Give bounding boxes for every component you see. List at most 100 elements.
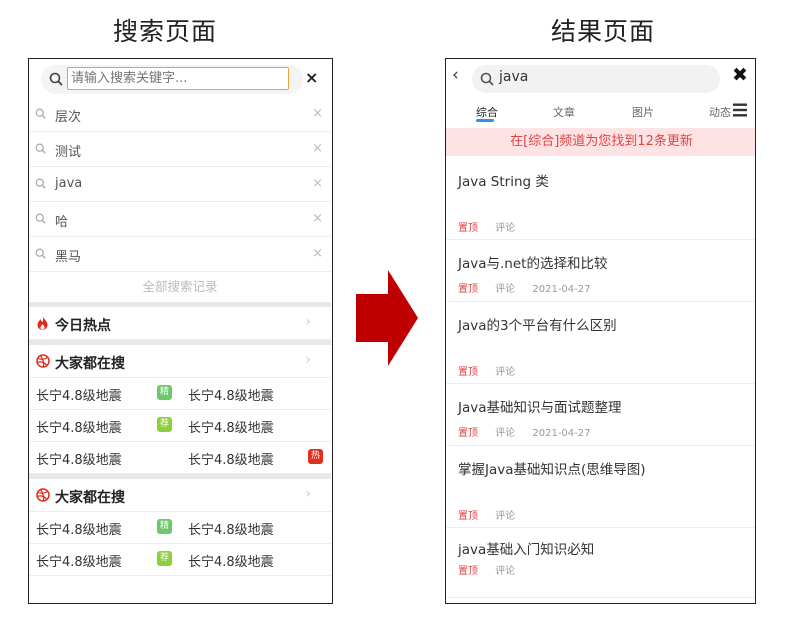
delete-icon[interactable]: × [312,246,323,261]
comment-count: 评论 [495,284,516,295]
menu-icon[interactable] [732,102,748,118]
article-meta: 置顶 评论 2021-04-27 [458,424,591,439]
article-meta: 置顶 评论 [458,507,529,522]
search-query: java [499,69,529,85]
comment-count: 评论 [495,367,516,378]
search-icon [35,213,46,224]
search-input[interactable] [67,67,289,90]
hot-search-link[interactable]: 长宁4.8级地震 [36,449,122,468]
pinned-tag: 置顶 [458,566,478,577]
hot-search-link[interactable]: 长宁4.8级地震 [188,551,274,570]
hot-search-link[interactable]: 长宁4.8级地震 [188,385,274,404]
tab-images[interactable]: 图片 [632,104,654,120]
hot-search-badge: 热 [308,449,323,464]
hot-search-link[interactable]: 长宁4.8级地震 [188,417,274,436]
article-title: java基础入门知识必知 [458,542,595,558]
hot-today-title: 今日热点 [55,318,111,334]
article-item[interactable]: 掌握Java基础知识点(思维导图) 置顶 评论 [446,446,755,528]
hot-search-badge: 精 [157,519,172,534]
comment-count: 评论 [495,511,516,522]
search-icon [49,72,63,86]
search-icon [480,72,494,86]
popular-searches-header[interactable]: 大家都在搜 › [29,346,331,378]
hot-search-badge: 荐 [157,417,172,432]
comment-count: 评论 [495,566,516,577]
article-date: 2021-04-27 [532,428,591,439]
hot-search-link[interactable]: 长宁4.8级地震 [188,519,274,538]
hot-search-link[interactable]: 长宁4.8级地震 [36,519,122,538]
divider [29,474,331,479]
article-item[interactable]: Java String 类 置顶 评论 [446,157,755,240]
article-item[interactable]: Java基础知识与面试题整理 置顶 评论 2021-04-27 [446,384,755,446]
result-page-screen: ‹ java ✖ 综合 文章 图片 动态 在[综合]频道为您找到12条更新 Ja… [445,58,756,604]
basketball-icon [36,488,50,502]
pinned-tag: 置顶 [458,428,478,439]
close-icon[interactable]: × [305,68,318,87]
hot-search-row: 长宁4.8级地震 荐 长宁4.8级地震 [29,544,331,576]
pinned-tag: 置顶 [458,223,478,234]
article-meta: 置顶 评论 [458,562,529,577]
hot-search-badge: 精 [157,385,172,400]
article-title: Java的3个平台有什么区别 [458,318,617,334]
history-item-text: java [55,176,83,191]
chevron-right-icon: › [305,314,311,330]
delete-icon[interactable]: × [312,176,323,191]
hot-search-row: 长宁4.8级地震 荐 长宁4.8级地震 [29,410,331,442]
chevron-right-icon: › [305,352,311,368]
history-item-text: 黑马 [55,250,82,265]
chevron-right-icon: › [305,486,311,502]
article-date: 2021-04-27 [532,284,591,295]
active-tab-indicator [476,119,494,122]
search-icon [35,178,46,189]
history-item[interactable]: 黑马 × [29,237,331,272]
search-icon [35,248,46,259]
search-bar[interactable]: java [472,65,720,93]
divider [29,340,331,345]
delete-icon[interactable]: × [312,211,323,226]
history-item[interactable]: 层次 × [29,97,331,132]
pinned-tag: 置顶 [458,367,478,378]
search-page-screen: × 层次 × 测试 × java × 哈 × 黑马 × 全部搜索记录 今日热点 … [28,58,333,604]
history-item-text: 测试 [55,145,82,160]
article-title: Java String 类 [458,174,549,190]
tab-comprehensive[interactable]: 综合 [476,104,498,120]
search-icon [35,108,46,119]
article-item[interactable]: Java与.net的选择和比较 置顶 评论 2021-04-27 [446,240,755,302]
hot-search-link[interactable]: 长宁4.8级地震 [36,551,122,570]
close-icon[interactable]: ✖ [732,64,748,86]
basketball-icon [36,354,50,368]
search-page-heading: 搜索页面 [113,17,218,46]
article-title: Java与.net的选择和比较 [458,256,608,272]
article-item[interactable]: Java的3个平台有什么区别 置顶 评论 [446,302,755,384]
tab-dynamics[interactable]: 动态 [709,104,731,120]
hot-search-badge: 荐 [157,551,172,566]
hot-search-link[interactable]: 长宁4.8级地震 [188,449,274,468]
popular-searches-header[interactable]: 大家都在搜 › [29,480,331,512]
history-item[interactable]: java × [29,167,331,202]
result-page-heading: 结果页面 [551,17,656,46]
history-item[interactable]: 哈 × [29,202,331,237]
article-meta: 置顶 评论 [458,219,529,234]
back-icon[interactable]: ‹ [452,65,459,85]
pinned-tag: 置顶 [458,284,478,295]
delete-icon[interactable]: × [312,106,323,121]
article-title: Java基础知识与面试题整理 [458,400,622,416]
all-search-records-link[interactable]: 全部搜索记录 [29,272,331,302]
tab-articles[interactable]: 文章 [553,104,575,120]
search-icon [35,143,46,154]
article-meta: 置顶 评论 2021-04-27 [458,280,591,295]
result-count-banner: 在[综合]频道为您找到12条更新 [446,128,755,156]
result-top-bar: ‹ java ✖ [446,59,755,97]
hot-search-link[interactable]: 长宁4.8级地震 [36,385,122,404]
article-meta: 置顶 评论 [458,363,529,378]
divider [29,302,331,307]
delete-icon[interactable]: × [312,141,323,156]
hot-search-link[interactable]: 长宁4.8级地震 [36,417,122,436]
hot-today-header[interactable]: 今日热点 › [29,308,331,340]
history-item[interactable]: 测试 × [29,132,331,167]
comment-count: 评论 [495,428,516,439]
article-item[interactable]: java基础入门知识必知 置顶 评论 [446,528,755,598]
history-item-text: 层次 [55,110,82,125]
pinned-tag: 置顶 [458,511,478,522]
flame-icon [37,316,48,330]
